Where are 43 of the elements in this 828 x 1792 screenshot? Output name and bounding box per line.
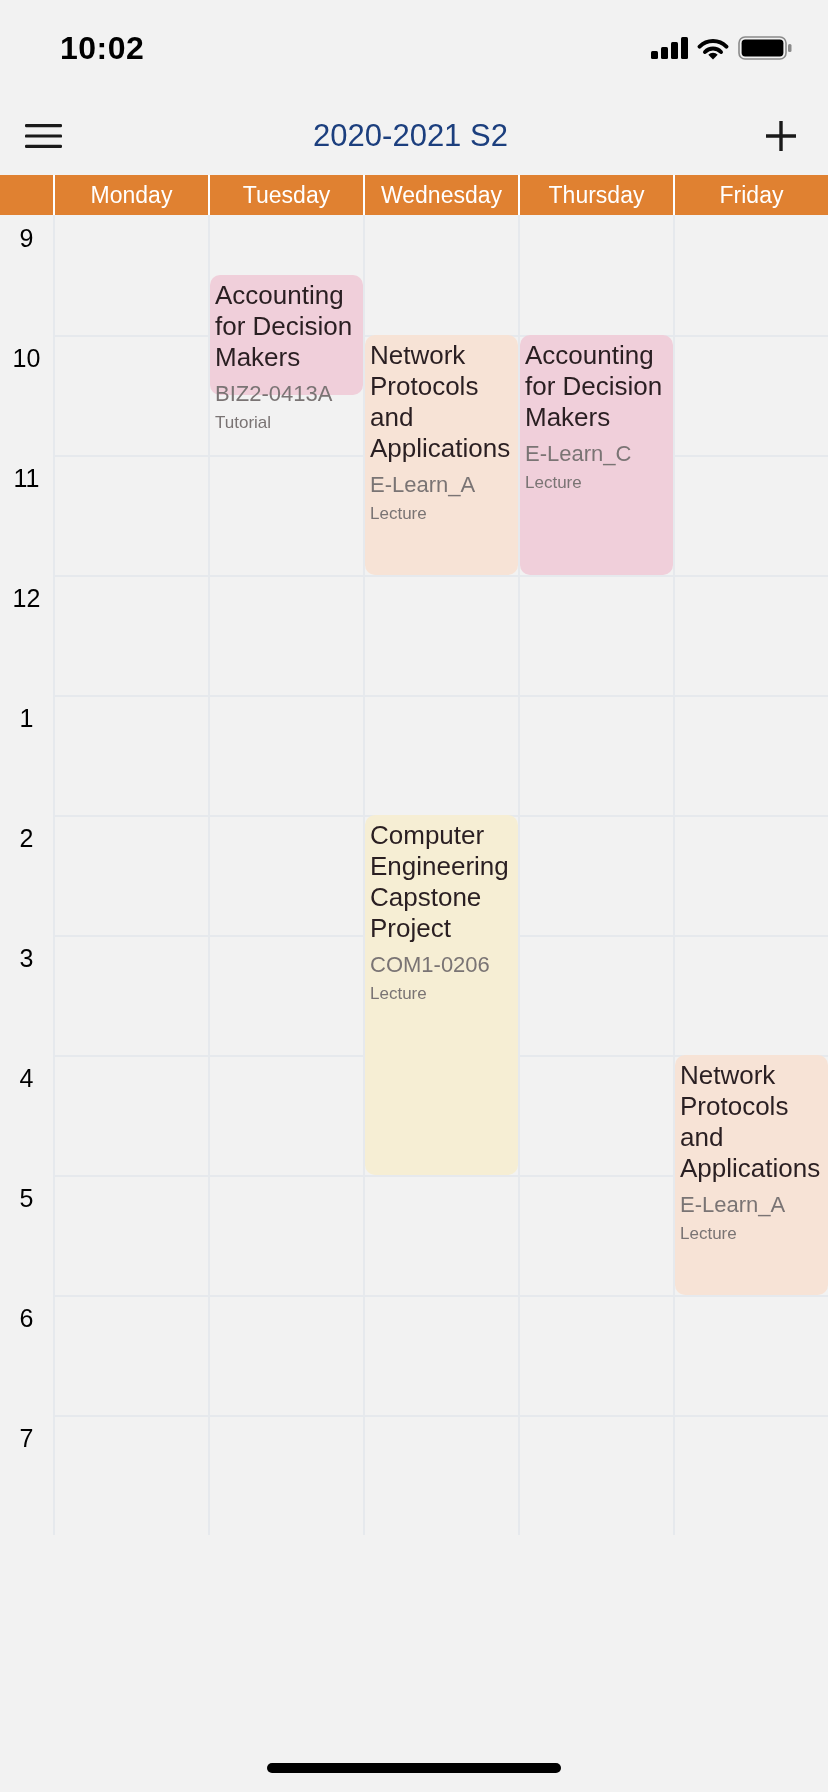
event-room: COM1-0206	[370, 952, 490, 978]
event-room: E-Learn_C	[525, 441, 632, 467]
event-card[interactable]: Computer Engineering Capstone Project COM1-0206 Lecture	[365, 815, 518, 1175]
event-card[interactable]: Accounting for Decision Makers E-Learn_C Lecture	[520, 335, 673, 575]
event-type: Lecture	[370, 983, 427, 1005]
hour-label: 7	[19, 1423, 34, 1453]
event-card[interactable]: Network Protocols and Applications E-Learn_A Lecture	[365, 335, 518, 575]
event-type: Lecture	[525, 472, 582, 494]
event-type: Tutorial	[215, 412, 272, 434]
day-label: Monday	[53, 175, 208, 215]
signal-icon	[651, 37, 688, 59]
day-label: Wednesday	[363, 175, 518, 215]
hour-label: 10	[12, 343, 41, 373]
event-title: Computer Engineering Capstone Project	[370, 820, 510, 944]
battery-icon	[738, 36, 792, 60]
event-card[interactable]: Network Protocols and Applications E-Learn_A Lecture	[675, 1055, 828, 1295]
hour-label: 9	[19, 223, 34, 253]
event-title: Network Protocols and Applications	[680, 1060, 822, 1184]
event-title: Network Protocols and Applications	[370, 340, 512, 464]
event-room: E-Learn_A	[680, 1192, 786, 1218]
add-icon[interactable]	[766, 120, 796, 151]
event-type: Lecture	[680, 1223, 737, 1245]
event-type: Lecture	[370, 503, 427, 525]
hour-label: 11	[13, 463, 40, 493]
wifi-icon	[697, 36, 729, 60]
menu-icon[interactable]	[25, 123, 62, 148]
hour-label: 6	[19, 1303, 34, 1333]
nav-title: 2020-2021 S2	[313, 117, 508, 154]
event-title: Accounting for Decision Makers	[215, 280, 354, 373]
hour-label: 3	[19, 943, 34, 973]
status-time: 10:02	[60, 29, 145, 67]
hour-label: 1	[19, 703, 34, 733]
event-card[interactable]: Accounting for Decision Makers BIZ2-0413A Tutorial	[210, 275, 363, 434]
event-room: BIZ2-0413A	[215, 381, 333, 407]
day-label: Tuesday	[208, 175, 363, 215]
day-label: Friday	[673, 175, 828, 215]
hour-label: 2	[19, 823, 34, 853]
event-title: Accounting for Decision Makers	[525, 340, 664, 433]
hour-label: 12	[12, 583, 41, 613]
hour-label: 5	[19, 1183, 34, 1213]
hour-label: 4	[19, 1063, 34, 1093]
day-label: Thursday	[518, 175, 673, 215]
event-room: E-Learn_A	[370, 472, 476, 498]
